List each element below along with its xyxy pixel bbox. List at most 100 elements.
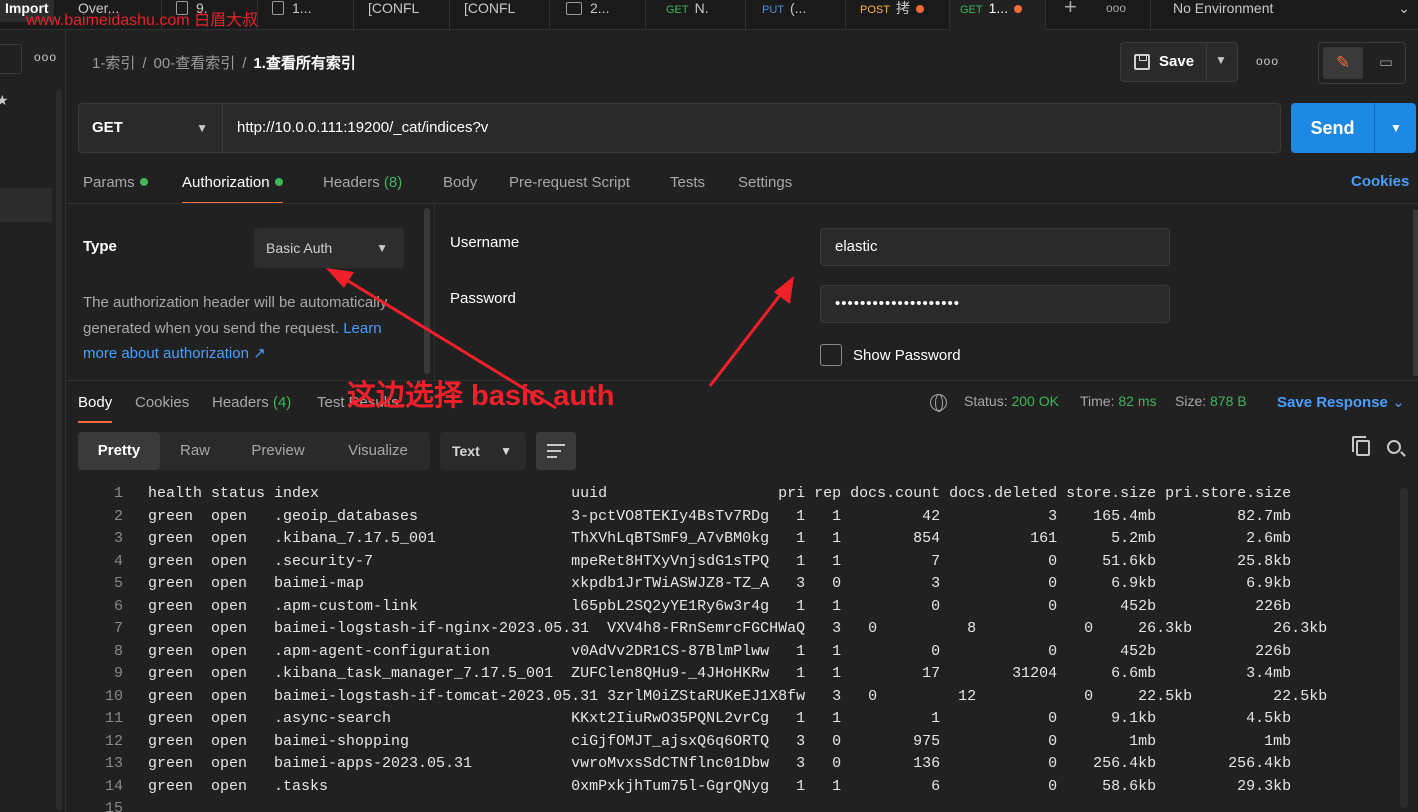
search-icon[interactable] xyxy=(1387,440,1401,454)
response-tab-headers[interactable]: Headers (4) xyxy=(212,393,291,423)
line-content: green open .security-7 mpeRet8HTXyVnjsdG… xyxy=(148,552,1292,570)
response-scrollbar[interactable] xyxy=(1400,488,1408,808)
tab-label: Params xyxy=(83,174,135,191)
tab-label: Headers xyxy=(212,394,269,411)
environment-selector[interactable]: No Environment ⌄ xyxy=(1150,0,1418,30)
response-type-value: Text xyxy=(452,443,480,459)
tab-request[interactable]: 1... xyxy=(258,0,354,30)
size-value: 878 B xyxy=(1210,393,1247,409)
line-number: 5 xyxy=(113,575,123,592)
wrap-lines-icon[interactable] xyxy=(536,432,576,470)
tab-request-active[interactable]: GET 1... xyxy=(950,0,1046,30)
globe-icon[interactable] xyxy=(930,394,947,412)
tab-conflict[interactable]: [CONFL xyxy=(450,0,550,30)
tab-count: (8) xyxy=(383,174,403,191)
show-password-checkbox[interactable] xyxy=(820,344,842,366)
unsaved-dot-icon xyxy=(1014,5,1023,13)
line-content: green open .async-search KKxt2IiuRwO35PQ… xyxy=(148,710,1292,727)
active-dot-icon xyxy=(274,178,283,186)
line-number: 8 xyxy=(113,642,123,660)
panel-scrollbar[interactable] xyxy=(424,208,430,374)
page-title[interactable]: 1.查看所有索引 xyxy=(253,55,356,72)
tab-settings[interactable]: Settings xyxy=(738,172,792,204)
tab-label: N. xyxy=(694,0,709,16)
breadcrumb-item[interactable]: 1-索引 xyxy=(92,55,135,72)
chevron-down-icon: ▼ xyxy=(196,121,208,135)
breadcrumb-separator: / xyxy=(242,55,247,72)
sidebar-more-button[interactable]: ooo xyxy=(34,50,57,64)
tab-tests[interactable]: Tests xyxy=(670,172,705,204)
sidebar-item-selected[interactable] xyxy=(0,188,52,222)
password-input[interactable]: •••••••••••••••••••• xyxy=(820,285,1170,323)
url-bar: GET ▼ http://10.0.0.111:19200/_cat/indice… xyxy=(78,103,1281,153)
mode-toggle: ✎ ▭ xyxy=(1318,42,1406,84)
send-button[interactable]: Send xyxy=(1291,103,1375,153)
line-number: 12 xyxy=(104,732,123,750)
divider xyxy=(66,203,1418,204)
new-tab-button[interactable]: + xyxy=(1052,0,1092,30)
save-label: Save xyxy=(1159,53,1195,70)
format-pretty[interactable]: Pretty xyxy=(78,432,160,470)
sidebar-scrollbar[interactable] xyxy=(56,90,62,810)
arrow-line xyxy=(708,289,786,387)
tabs-more-button[interactable]: ooo xyxy=(1106,0,1136,30)
format-preview[interactable]: Preview xyxy=(236,432,320,470)
status-label: Status: xyxy=(964,393,1008,409)
star-icon[interactable]: ★ xyxy=(0,92,9,109)
arrow-head xyxy=(326,268,354,288)
send-options-chevron-icon[interactable]: ▼ xyxy=(1377,103,1415,153)
documentation-icon[interactable]: ▭ xyxy=(1369,47,1403,79)
wrap-line xyxy=(547,450,561,452)
auth-description-text: The authorization header will be automat… xyxy=(83,294,388,337)
method-value: GET xyxy=(92,119,123,136)
line-number: 11 xyxy=(104,710,123,727)
line-number: 14 xyxy=(104,777,123,795)
tab-headers[interactable]: Headers (8) xyxy=(323,172,402,204)
tab-authorization[interactable]: Authorization xyxy=(182,172,283,204)
save-response-button[interactable]: Save Response ⌄ xyxy=(1277,393,1405,411)
response-body[interactable]: 1 health status index uuid pri rep docs.c… xyxy=(66,483,1396,812)
response-tab-cookies[interactable]: Cookies xyxy=(135,393,189,423)
response-type-select[interactable]: Text ▼ xyxy=(440,432,526,470)
response-tab-body[interactable]: Body xyxy=(78,393,113,423)
tab-request-put[interactable]: PUT (... xyxy=(746,0,846,30)
request-more-button[interactable]: ooo xyxy=(1256,54,1279,68)
save-options-chevron-icon[interactable]: ▼ xyxy=(1215,53,1227,67)
tab-request-get[interactable]: GET N. xyxy=(646,0,746,30)
tab-conflict[interactable]: [CONFL xyxy=(354,0,450,30)
tab-params[interactable]: Params xyxy=(83,172,148,204)
tab-label: 1... xyxy=(988,0,1009,16)
method-select[interactable]: GET ▼ xyxy=(79,104,223,152)
format-visualize[interactable]: Visualize xyxy=(334,432,422,470)
folder-icon xyxy=(566,2,582,15)
annotation-text: 这边选择 basic auth xyxy=(347,380,615,412)
line-content: green open .kibana_task_manager_7.17.5_0… xyxy=(148,665,1292,682)
arrow-head xyxy=(774,276,794,304)
panel-scrollbar[interactable] xyxy=(1413,210,1418,376)
line-number: 4 xyxy=(113,552,123,570)
tab-body[interactable]: Body xyxy=(443,172,477,204)
auth-type-select[interactable]: Basic Auth ▼ xyxy=(254,228,404,268)
cookies-link[interactable]: Cookies xyxy=(1351,173,1409,190)
size-label: Size: xyxy=(1175,393,1207,409)
tab-folder[interactable]: 2... xyxy=(550,0,646,30)
url-input[interactable]: http://10.0.0.111:19200/_cat/indices?v xyxy=(237,104,488,152)
line-number: 1 xyxy=(113,485,123,502)
copy-icon[interactable] xyxy=(1352,436,1370,456)
tab-label: Authorization xyxy=(182,174,270,191)
time-label: Time: xyxy=(1080,393,1115,409)
format-raw[interactable]: Raw xyxy=(164,432,226,470)
line-content: health status index uuid pri rep docs.co… xyxy=(148,485,1292,502)
username-input[interactable]: elastic xyxy=(820,228,1170,266)
breadcrumb: 1-索引 / 00-查看索引 / 1.查看所有索引 xyxy=(92,52,356,73)
breadcrumb-item[interactable]: 00-查看索引 xyxy=(154,55,236,72)
save-button[interactable]: Save xyxy=(1121,43,1207,81)
divider xyxy=(434,204,435,380)
tab-pre-request-script[interactable]: Pre-request Script xyxy=(509,172,630,204)
send-group: Send ▼ xyxy=(1291,103,1416,153)
pencil-icon[interactable]: ✎ xyxy=(1323,47,1363,79)
line-number: 2 xyxy=(113,507,123,525)
sidebar-search-input[interactable] xyxy=(0,44,22,74)
tab-request-post[interactable]: POST 拷 xyxy=(846,0,950,30)
chevron-down-icon: ▼ xyxy=(376,241,388,255)
